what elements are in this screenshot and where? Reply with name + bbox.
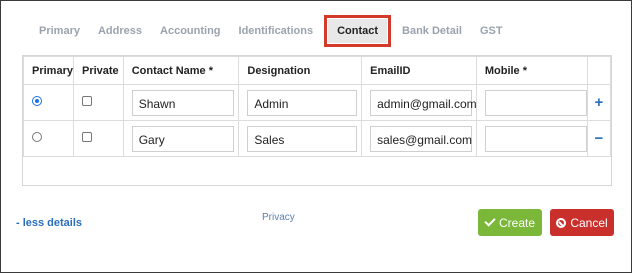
tab-bar: Primary Address Accounting Identificatio… [30,15,512,47]
header-contact-name: Contact Name * [122,56,240,85]
primary-radio[interactable] [32,96,42,106]
less-details-link[interactable]: - less details [16,217,82,229]
check-icon [484,215,496,227]
designation-field[interactable]: Sales [247,125,358,152]
cancel-label: Cancel [570,215,608,230]
tab-contact[interactable]: Contact [324,15,392,47]
contact-name-field[interactable]: Gary [131,125,234,152]
create-button[interactable]: Create [478,209,542,236]
header-private: Private [72,56,124,85]
mobile-field[interactable] [484,89,587,116]
header-actions [586,56,612,85]
tab-bank-detail[interactable]: Bank Detail [393,19,471,43]
email-field[interactable]: admin@gmail.com [370,89,477,116]
tab-primary[interactable]: Primary [30,19,89,43]
privacy-link[interactable]: Privacy [262,212,295,223]
header-mobile: Mobile * [475,56,588,85]
contact-panel: Primary Private Contact Name * Designati… [22,55,612,186]
primary-radio[interactable] [32,132,42,142]
cancel-button[interactable]: Cancel [550,209,614,236]
designation-field[interactable]: Admin [247,89,358,116]
mobile-field[interactable] [484,125,587,152]
table-row: Gary Sales sales@gmail.com − [23,120,612,157]
private-checkbox[interactable] [81,132,92,142]
tab-address[interactable]: Address [89,19,151,43]
add-row-icon[interactable]: + [586,84,612,121]
header-email: EmailID [361,56,477,85]
contact-name-field[interactable]: Shawn [131,89,234,116]
tab-accounting[interactable]: Accounting [151,19,230,43]
ban-icon [556,217,567,228]
create-label: Create [498,215,536,230]
table-row: Shawn Admin admin@gmail.com + [23,84,612,121]
contact-table: Primary Private Contact Name * Designati… [23,56,612,157]
header-designation: Designation [238,56,363,85]
tab-gst[interactable]: GST [471,19,512,43]
header-primary: Primary [23,56,74,85]
tab-identifications[interactable]: Identifications [230,19,323,43]
remove-row-icon[interactable]: − [586,120,612,157]
email-field[interactable]: sales@gmail.com [370,125,473,152]
private-checkbox[interactable] [81,96,92,106]
table-header-row: Primary Private Contact Name * Designati… [23,56,612,85]
